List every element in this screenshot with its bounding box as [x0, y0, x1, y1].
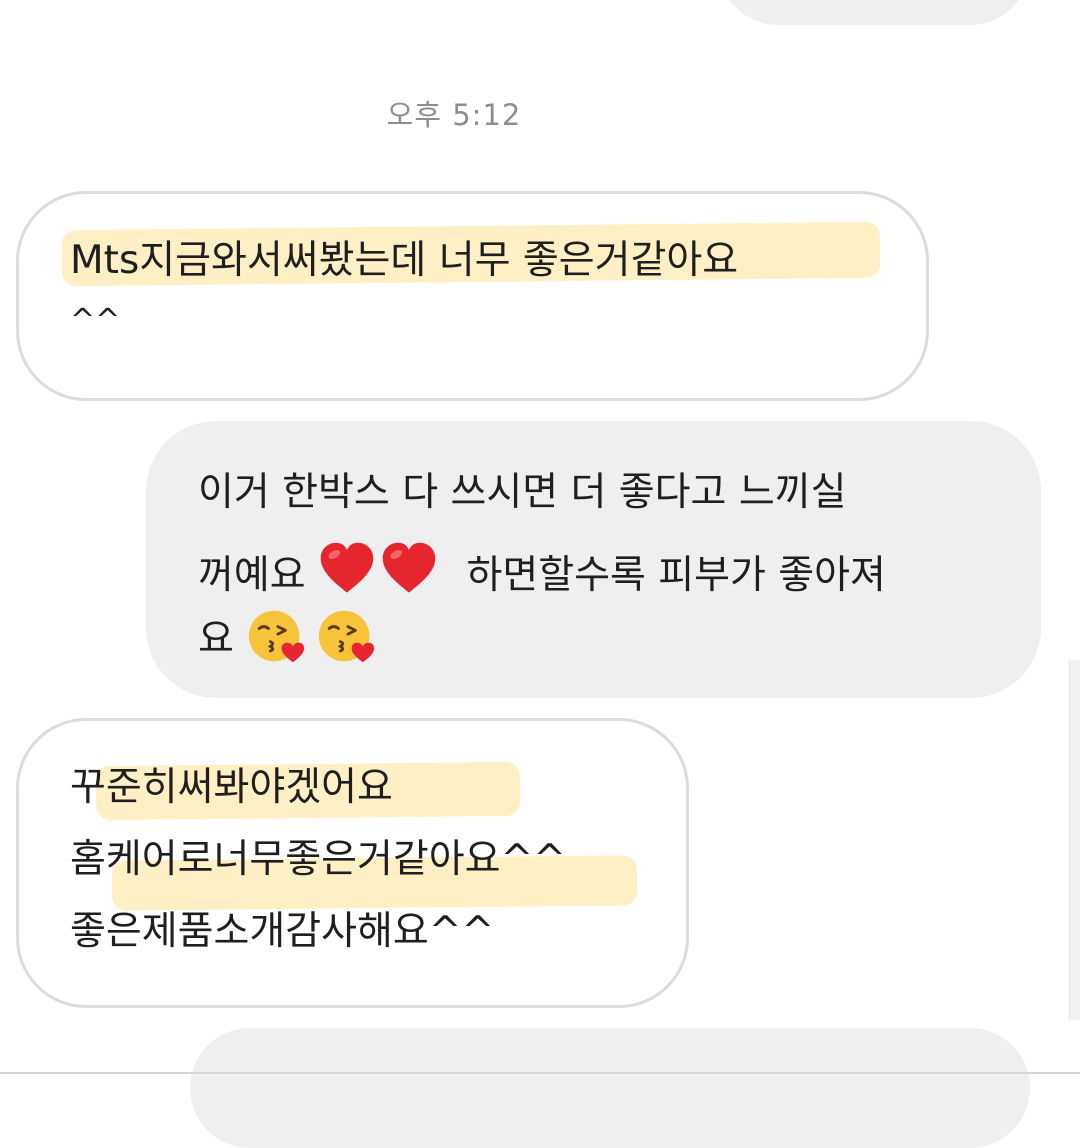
- message-timestamp: 오후 5:12: [386, 98, 522, 132]
- message-text-line: 좋은제품소개감사해요^^: [70, 909, 495, 954]
- message-text-segment: 요: [198, 617, 234, 662]
- message-text-line: 꺼예요 하면할수록 피부가 좋아져: [198, 540, 886, 598]
- scrollbar-track[interactable]: [1069, 660, 1080, 1020]
- red-heart-icon: [320, 542, 374, 593]
- message-text-line: 홈케어로너무좋은거같아요^^: [70, 837, 566, 882]
- message-text-line: 꾸준히써봐야겠어요: [70, 765, 393, 810]
- message-text-line: ^^: [70, 303, 121, 338]
- face-blowing-kiss-icon: [319, 610, 375, 663]
- divider: [0, 1072, 1080, 1074]
- message-text-line: 이거 한박스 다 쓰시면 더 좋다고 느끼실: [198, 470, 847, 515]
- previous-message-bubble[interactable]: [718, 0, 1030, 25]
- red-heart-icon: [382, 542, 436, 593]
- message-text-line: 요: [198, 606, 386, 666]
- message-text-segment: 하면할수록 피부가 좋아져: [466, 553, 886, 598]
- message-text-segment: 꺼예요: [198, 553, 306, 598]
- next-message-bubble[interactable]: [190, 1028, 1030, 1148]
- face-blowing-kiss-icon: [249, 610, 305, 663]
- message-text-line: Mts지금와서써봤는데 너무 좋은거같아요: [70, 238, 739, 283]
